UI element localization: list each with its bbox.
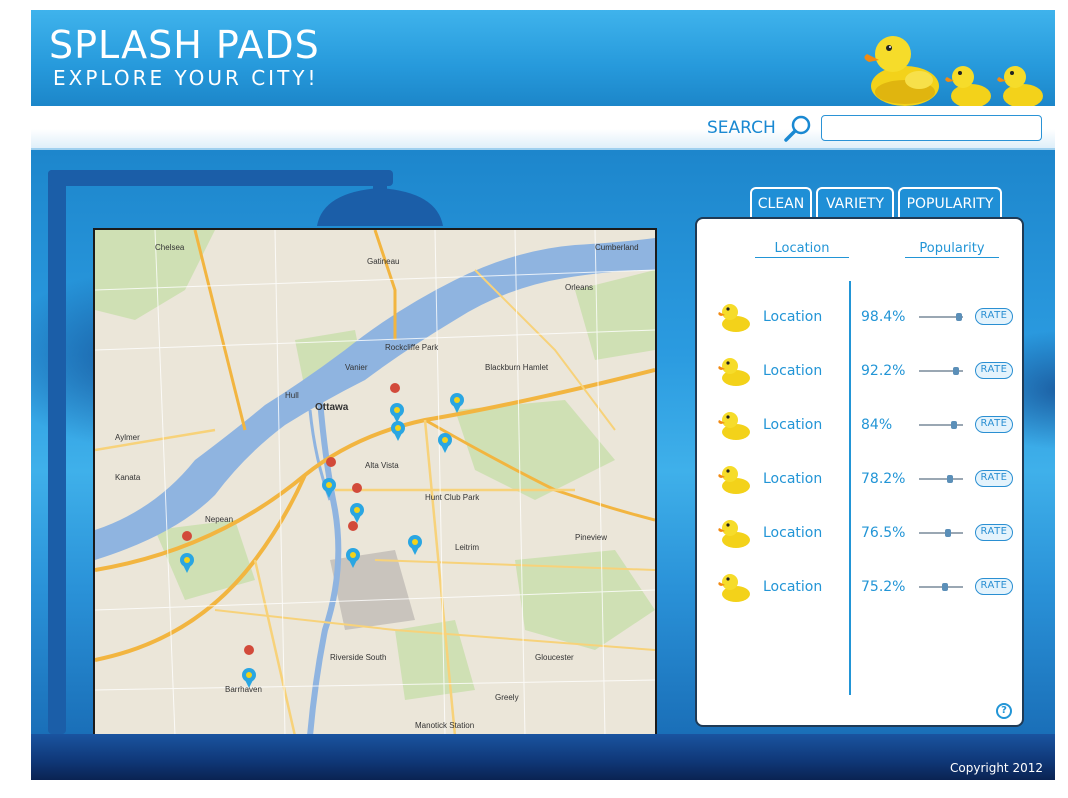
rate-button[interactable]: RATE	[975, 416, 1013, 433]
map-canvas[interactable]: Gatineau Ottawa Hull Nepean Aylmer Vanie…	[95, 230, 655, 734]
slider-knob[interactable]	[956, 313, 962, 321]
site-subtitle: EXPLORE YOUR CITY!	[53, 66, 319, 90]
column-header-popularity: Popularity	[905, 241, 999, 258]
slider-knob[interactable]	[951, 421, 957, 429]
duck-icon	[718, 304, 750, 332]
search-label: SEARCH	[707, 118, 776, 138]
city-map[interactable]: Gatineau Ottawa Hull Nepean Aylmer Vanie…	[93, 228, 657, 734]
popularity-value: 75.2%	[861, 579, 906, 595]
popularity-value: 84%	[861, 417, 893, 433]
result-row[interactable]: Location 78.2% RATE	[697, 461, 1022, 501]
location-link[interactable]: Location	[763, 417, 822, 433]
rate-button[interactable]: RATE	[975, 470, 1013, 487]
result-row[interactable]: Location 76.5% RATE	[697, 515, 1022, 555]
duck-icon	[718, 520, 750, 548]
slider-knob[interactable]	[947, 475, 953, 483]
popularity-value: 76.5%	[861, 525, 906, 541]
duck-icon	[718, 412, 750, 440]
map-label: Leitrim	[455, 543, 479, 552]
map-label: Nepean	[205, 515, 233, 524]
location-link[interactable]: Location	[763, 309, 822, 325]
popularity-slider[interactable]	[919, 367, 963, 375]
small-duck-icon	[997, 66, 1043, 108]
site-title: SPLASH PADS	[49, 23, 320, 67]
tab-clean[interactable]: CLEAN	[750, 187, 812, 221]
results-panel: Location Popularity Location 98.4% RATE Loc…	[695, 217, 1024, 727]
rate-button[interactable]: RATE	[975, 362, 1013, 379]
help-icon[interactable]: ?	[996, 703, 1012, 719]
duck-icon	[718, 358, 750, 386]
map-label: Alta Vista	[365, 461, 399, 470]
popularity-value: 98.4%	[861, 309, 906, 325]
rate-button[interactable]: RATE	[975, 308, 1013, 325]
popularity-slider[interactable]	[919, 583, 963, 591]
column-header-location: Location	[755, 241, 849, 258]
map-label: Pineview	[575, 533, 607, 542]
duck-icon	[718, 466, 750, 494]
map-label: Cumberland	[595, 243, 639, 252]
map-label: Aylmer	[115, 433, 140, 442]
tab-variety[interactable]: VARIETY	[816, 187, 894, 221]
location-link[interactable]: Location	[763, 579, 822, 595]
duck-icon	[718, 574, 750, 602]
map-label: Kanata	[115, 473, 141, 482]
map-label: Riverside South	[330, 653, 386, 662]
map-label: Manotick Station	[415, 721, 474, 730]
big-duck-icon	[864, 36, 939, 106]
copyright-text: Copyright 2012	[950, 761, 1043, 775]
map-label: Blackburn Hamlet	[485, 363, 549, 372]
map-label: Ottawa	[315, 402, 349, 413]
slider-knob[interactable]	[945, 529, 951, 537]
slider-knob[interactable]	[953, 367, 959, 375]
map-label: Chelsea	[155, 243, 185, 252]
popularity-slider[interactable]	[919, 313, 963, 321]
map-label: Gloucester	[535, 653, 574, 662]
shower-head-icon	[317, 170, 443, 226]
rate-button[interactable]: RATE	[975, 524, 1013, 541]
result-row[interactable]: Location 92.2% RATE	[697, 353, 1022, 393]
footer: Copyright 2012	[31, 734, 1055, 780]
search-input[interactable]	[821, 115, 1042, 141]
slider-knob[interactable]	[942, 583, 948, 591]
map-label: Hunt Club Park	[425, 493, 480, 502]
map-label: Barrhaven	[225, 685, 262, 694]
map-label: Gatineau	[367, 257, 399, 266]
popularity-value: 92.2%	[861, 363, 906, 379]
location-link[interactable]: Location	[763, 525, 822, 541]
location-link[interactable]: Location	[763, 471, 822, 487]
app-frame: SPLASH PADS EXPLORE YOUR CITY! SEARCH Ga…	[31, 10, 1055, 780]
popularity-slider[interactable]	[919, 529, 963, 537]
map-label: Hull	[285, 391, 299, 400]
popularity-slider[interactable]	[919, 475, 963, 483]
map-label: Rockcliffe Park	[385, 343, 439, 352]
search-icon[interactable]	[783, 114, 813, 142]
shower-pipe-vertical	[48, 170, 66, 734]
result-row[interactable]: Location 98.4% RATE	[697, 299, 1022, 339]
map-label: Orleans	[565, 283, 593, 292]
popularity-value: 78.2%	[861, 471, 906, 487]
map-label: Vanier	[345, 363, 368, 372]
location-link[interactable]: Location	[763, 363, 822, 379]
result-row[interactable]: Location 84% RATE	[697, 407, 1022, 447]
medium-duck-icon	[945, 66, 991, 108]
header: SPLASH PADS EXPLORE YOUR CITY!	[31, 10, 1055, 108]
rate-button[interactable]: RATE	[975, 578, 1013, 595]
result-row[interactable]: Location 75.2% RATE	[697, 569, 1022, 609]
tab-popularity[interactable]: POPULARITY	[898, 187, 1002, 221]
map-label: Greely	[495, 693, 519, 702]
popularity-slider[interactable]	[919, 421, 963, 429]
search-bar: SEARCH	[31, 106, 1055, 150]
